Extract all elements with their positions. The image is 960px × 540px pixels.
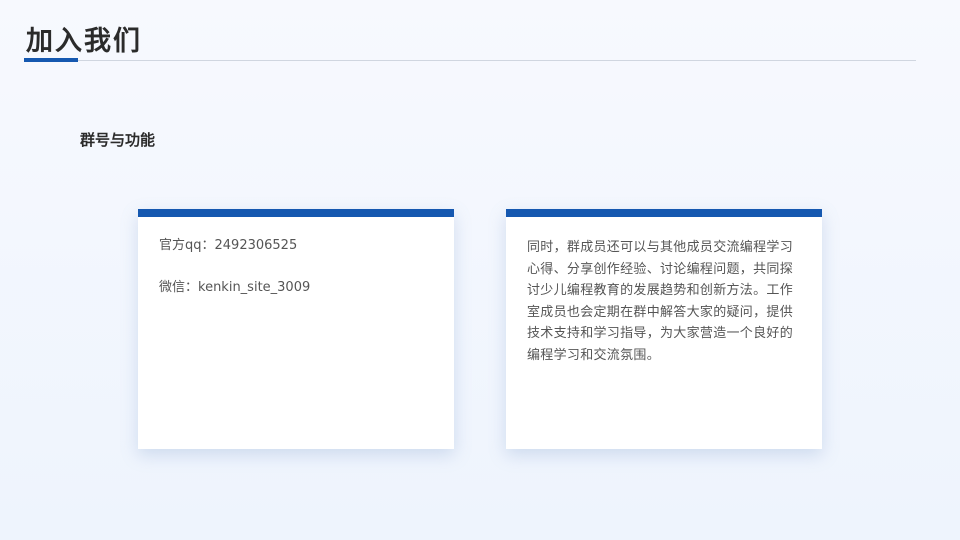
page-title: 加入我们 xyxy=(26,26,142,57)
contact-card-body: 官方qq：2492306525 微信：kenkin_site_3009 xyxy=(159,237,432,321)
description-card-body: 同时，群成员还可以与其他成员交流编程学习心得、分享创作经验、讨论编程问题，共同探… xyxy=(527,237,800,366)
qq-number: 官方qq：2492306525 xyxy=(159,238,298,253)
title-accent-bar xyxy=(24,58,78,62)
title-divider xyxy=(24,60,916,61)
group-description: 同时，群成员还可以与其他成员交流编程学习心得、分享创作经验、讨论编程问题，共同探… xyxy=(527,240,794,363)
contact-card: 官方qq：2492306525 微信：kenkin_site_3009 xyxy=(138,209,454,449)
description-card: 同时，群成员还可以与其他成员交流编程学习心得、分享创作经验、讨论编程问题，共同探… xyxy=(506,209,822,449)
slide: 加入我们 群号与功能 官方qq：2492306525 微信：kenkin_sit… xyxy=(0,0,960,540)
card-accent-bar xyxy=(506,209,822,217)
card-accent-bar xyxy=(138,209,454,217)
section-subtitle: 群号与功能 xyxy=(80,131,156,149)
wechat-id: 微信：kenkin_site_3009 xyxy=(159,280,311,295)
